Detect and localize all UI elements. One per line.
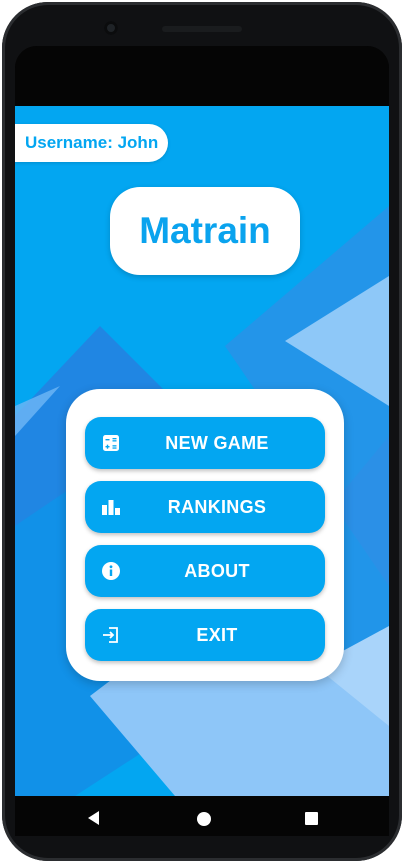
app-title-card: Matrain <box>110 187 300 275</box>
rankings-button[interactable]: RANKINGS <box>85 481 325 533</box>
back-icon[interactable] <box>86 810 102 826</box>
app-title: Matrain <box>139 210 271 251</box>
username-label: Username: John <box>25 133 159 152</box>
info-icon <box>101 561 121 581</box>
recents-icon[interactable] <box>305 812 318 825</box>
about-label: ABOUT <box>184 560 250 581</box>
rankings-label: RANKINGS <box>167 496 267 517</box>
new-game-button[interactable]: NEW GAME <box>85 417 325 469</box>
new-game-label: NEW GAME <box>165 432 269 453</box>
exit-icon <box>101 625 121 645</box>
front-camera <box>104 21 118 35</box>
calculator-icon <box>101 433 121 453</box>
earpiece-speaker <box>162 26 242 32</box>
status-bar <box>15 46 389 106</box>
app-area: Username: John Matrain NEW GAME RANKINGS… <box>15 106 389 796</box>
home-icon[interactable] <box>197 812 211 826</box>
username-badge: Username: John <box>15 124 169 162</box>
about-button[interactable]: ABOUT <box>85 545 325 597</box>
bar-chart-icon <box>101 497 121 517</box>
main-menu: NEW GAME RANKINGS ABOUT EXIT <box>66 389 344 681</box>
exit-button[interactable]: EXIT <box>85 609 325 661</box>
exit-label: EXIT <box>196 624 238 645</box>
phone-frame: Username: John Matrain NEW GAME RANKINGS… <box>2 2 402 861</box>
screen: Username: John Matrain NEW GAME RANKINGS… <box>15 46 389 836</box>
